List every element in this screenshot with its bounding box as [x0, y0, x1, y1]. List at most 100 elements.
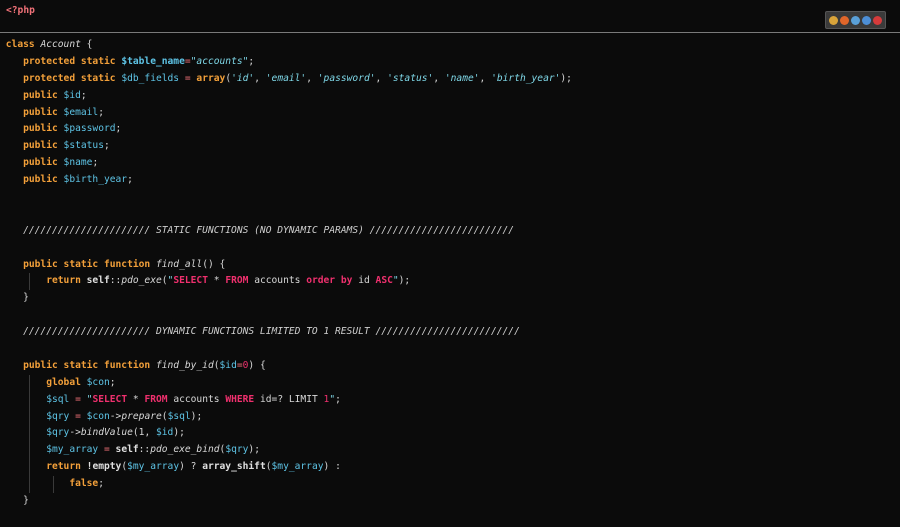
punct: ;	[92, 157, 99, 169]
operator: =	[184, 72, 191, 84]
punct: ,	[254, 72, 266, 84]
sql-text: accounts	[173, 393, 220, 405]
variable: $sql	[46, 393, 70, 405]
punct: ,	[306, 72, 318, 84]
keyword: public static function	[23, 359, 151, 371]
code-line: return !empty($my_array) ? array_shift($…	[0, 459, 900, 477]
string: 'birth_year'	[491, 72, 561, 84]
variable: $qry	[225, 444, 249, 456]
function-name: prepare	[121, 410, 162, 422]
variable: $id	[219, 359, 237, 371]
browser-compat-icons	[825, 11, 886, 29]
code-line: class Account {	[0, 37, 900, 54]
code-line: public static function find_all() {	[0, 257, 900, 274]
variable: $con	[86, 376, 110, 388]
keyword: global	[46, 376, 81, 388]
punct: ) :	[323, 461, 341, 473]
punct: *	[127, 393, 145, 405]
variable: $password	[63, 123, 116, 135]
sql-text: id=? LIMIT	[260, 393, 318, 405]
punct: ) {	[248, 359, 266, 371]
variable: $name	[63, 157, 93, 169]
operator: =	[75, 410, 81, 422]
code-block[interactable]: class Account { protected static $table_…	[0, 37, 900, 510]
code-line: $qry = $con->prepare($sql);	[0, 408, 900, 426]
brace: }	[23, 292, 29, 304]
punct: ::	[138, 444, 151, 456]
code-comment: ////////////////////// DYNAMIC FUNCTIONS…	[23, 326, 520, 338]
safari-icon	[851, 15, 860, 25]
variable: $qry	[46, 427, 70, 439]
punct: ::	[109, 275, 122, 287]
string: 'password'	[317, 72, 376, 84]
code-line: ////////////////////// DYNAMIC FUNCTIONS…	[0, 324, 900, 341]
self-keyword: self	[115, 444, 139, 456]
function: array	[196, 72, 226, 84]
code-line: }	[0, 290, 900, 307]
string: "accounts"	[190, 55, 249, 67]
code-line: public static function find_by_id($id=0)…	[0, 358, 900, 375]
function-name: pdo_exe	[121, 275, 162, 287]
variable: $id	[156, 427, 174, 439]
sql-text: accounts	[254, 275, 301, 287]
firefox-icon	[840, 15, 849, 25]
keyword: public	[23, 123, 58, 135]
function: empty	[92, 461, 122, 473]
function-name: bindValue	[80, 427, 133, 439]
punct: ;	[103, 140, 110, 152]
punct: *	[207, 275, 226, 287]
punct: );	[398, 275, 411, 287]
variable: $db_fields	[121, 72, 180, 84]
variable: $con	[86, 410, 110, 422]
opera-icon	[873, 15, 882, 25]
string: 'id'	[231, 72, 255, 84]
editor-topbar: <?php	[0, 0, 900, 32]
sql-keyword: SELECT	[173, 275, 208, 287]
punct: ;	[98, 106, 104, 118]
variable: $table_name	[121, 55, 185, 67]
code-line: public $status;	[0, 138, 900, 155]
punct: ) ?	[179, 461, 203, 473]
function-name: find_all	[155, 258, 203, 270]
punct: ->	[69, 427, 81, 439]
brace: {	[80, 39, 93, 50]
variable: $qry	[46, 410, 70, 422]
punct: ,	[433, 72, 445, 84]
punct: ;	[335, 393, 341, 405]
sql-keyword: order by	[306, 275, 353, 287]
php-open-tag: <?php	[6, 5, 35, 16]
code-line: public $email;	[0, 105, 900, 122]
punct: );	[248, 444, 260, 456]
variable: $my_array	[127, 461, 180, 473]
sql-keyword: ASC	[375, 275, 393, 287]
function: array_shift	[202, 461, 266, 473]
keyword: return	[46, 461, 81, 473]
code-line: false;	[0, 476, 900, 494]
code-line: return self::pdo_exe("SELECT * FROM acco…	[0, 273, 900, 291]
keyword: protected static	[23, 55, 116, 67]
punct: );	[560, 72, 572, 84]
punct: ,	[144, 427, 156, 439]
code-line: $my_array = self::pdo_exe_bind($qry);	[0, 442, 900, 460]
keyword: public	[23, 157, 58, 169]
keyword: protected static	[23, 72, 116, 84]
variable: $id	[63, 89, 81, 101]
code-comment: ////////////////////// STATIC FUNCTIONS …	[23, 224, 515, 236]
punct: ,	[479, 72, 492, 84]
code-line: }	[0, 493, 900, 510]
operator: =	[103, 444, 110, 456]
punct: ,	[375, 72, 388, 84]
string: 'status'	[387, 72, 434, 84]
code-line: public $name;	[0, 155, 900, 172]
sql-keyword: WHERE	[225, 393, 255, 405]
chrome-icon	[829, 15, 838, 25]
punct: ->	[109, 410, 122, 422]
variable: $my_array	[46, 444, 99, 456]
operator: =	[75, 393, 81, 405]
code-line: $sql = "SELECT * FROM accounts WHERE id=…	[0, 391, 900, 409]
header-divider	[0, 32, 900, 33]
variable: $birth_year	[63, 174, 128, 186]
sql-keyword: FROM	[225, 275, 249, 287]
